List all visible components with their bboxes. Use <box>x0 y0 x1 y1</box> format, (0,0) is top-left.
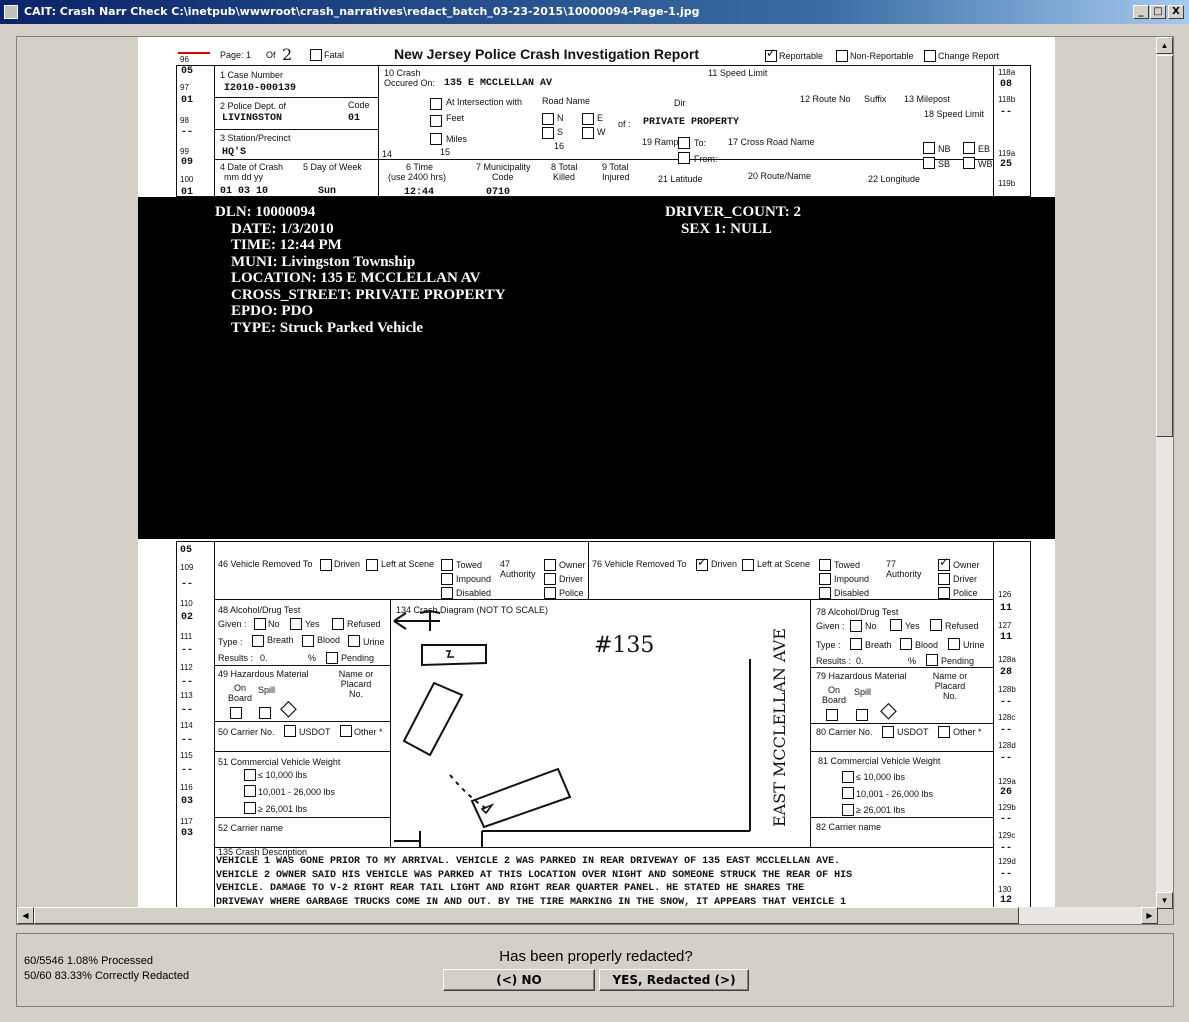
image-viewer[interactable]: Page: 1 Of 2 Fatal New Jersey Police Cra… <box>16 36 1174 925</box>
fatal-checkbox <box>310 49 322 61</box>
of-label: Of <box>266 50 276 60</box>
vertical-scroll-thumb[interactable] <box>1156 55 1173 437</box>
overlay-muni: MUNI: Livingston Township <box>231 254 416 270</box>
report-title: New Jersey Police Crash Investigation Re… <box>394 46 699 62</box>
horizontal-scroll-thumb[interactable] <box>34 907 1019 924</box>
hazmat-diamond-icon-2: ◇ <box>880 697 897 722</box>
cross-street-value: PRIVATE PROPERTY <box>643 117 740 128</box>
check-mark: ✓ <box>766 46 777 60</box>
review-panel: 60/5546 1.08% Processed 50/60 83.33% Cor… <box>16 933 1174 1007</box>
reportable-label: Reportable <box>779 51 824 61</box>
vertical-scrollbar[interactable]: ▲ ▼ <box>1156 37 1173 909</box>
overlay-driver-count: DRIVER_COUNT: 2 <box>665 204 801 220</box>
horizontal-scrollbar[interactable]: ◀ ▶ <box>17 907 1158 924</box>
change-report-checkbox <box>924 50 936 62</box>
non-reportable-checkbox <box>836 50 848 62</box>
street-name-handwritten: EAST MCCLELLAN AVE <box>770 627 789 827</box>
redaction-question: Has been properly redacted? <box>499 948 693 965</box>
overlay-time: TIME: 12:44 PM <box>231 237 342 253</box>
case-number-label: 1 Case Number <box>220 70 284 80</box>
day-label: 5 Day of Week <box>303 162 362 172</box>
station-value: HQ'S <box>222 147 247 158</box>
house-number-handwritten: #135 <box>594 633 655 658</box>
scroll-right-icon[interactable]: ▶ <box>1141 907 1158 924</box>
hazmat-diamond-icon: ◇ <box>280 695 297 720</box>
date-value: 01 03 10 <box>220 186 269 197</box>
overlay-date: DATE: 1/3/2010 <box>231 221 334 237</box>
no-button[interactable]: (<) NO <box>443 969 595 991</box>
yes-redacted-button[interactable]: YES, Redacted (>) <box>599 969 749 991</box>
scroll-up-icon[interactable]: ▲ <box>1156 37 1173 54</box>
date-label: 4 Date of Crash <box>220 162 284 172</box>
police-dept-value: LIVINGSTON <box>222 113 283 124</box>
day-value: Sun <box>318 186 337 197</box>
app-icon <box>4 5 18 19</box>
redaction-overlay: DLN: 10000094 DATE: 1/3/2010 TIME: 12:44… <box>138 197 1055 539</box>
window-title: CAIT: Crash Narr Check C:\inetpub\wwwroo… <box>24 5 700 18</box>
overlay-epdo: EPDO: PDO <box>231 303 314 319</box>
correct-status: 50/60 83.33% Correctly Redacted <box>24 970 190 982</box>
overlay-sex1: SEX 1: NULL <box>681 221 772 237</box>
code-label: Code <box>348 100 370 110</box>
non-reportable-label: Non-Reportable <box>850 51 914 61</box>
red-mark <box>178 52 210 54</box>
overlay-dln: DLN: 10000094 <box>215 204 316 220</box>
station-label: 3 Station/Precinct <box>220 133 291 143</box>
case-number-value: I2010-000139 <box>224 83 297 94</box>
scroll-down-icon[interactable]: ▼ <box>1156 892 1173 909</box>
overlay-location: LOCATION: 135 E MCCLELLAN AV <box>231 270 481 286</box>
fatal-label: Fatal <box>324 50 345 60</box>
minimize-button[interactable]: _ <box>1133 5 1149 19</box>
crash-location-value: 135 E MCCLELLAN AV <box>444 78 553 89</box>
police-dept-label: 2 Police Dept. of <box>220 101 287 111</box>
change-report-label: Change Report <box>938 51 1000 61</box>
title-bar: CAIT: Crash Narr Check C:\inetpub\wwwroo… <box>0 0 1189 24</box>
overlay-cross-street: CROSS_STREET: PRIVATE PROPERTY <box>231 287 506 303</box>
page-label: Page: 1 <box>220 50 252 60</box>
code-value: 01 <box>348 113 361 124</box>
maximize-button[interactable]: □ <box>1150 5 1166 19</box>
page-of-handwritten: 2 <box>282 45 293 64</box>
overlay-type: TYPE: Struck Parked Vehicle <box>231 320 424 336</box>
close-button[interactable]: X <box>1168 5 1184 19</box>
scroll-left-icon[interactable]: ◀ <box>17 907 34 924</box>
